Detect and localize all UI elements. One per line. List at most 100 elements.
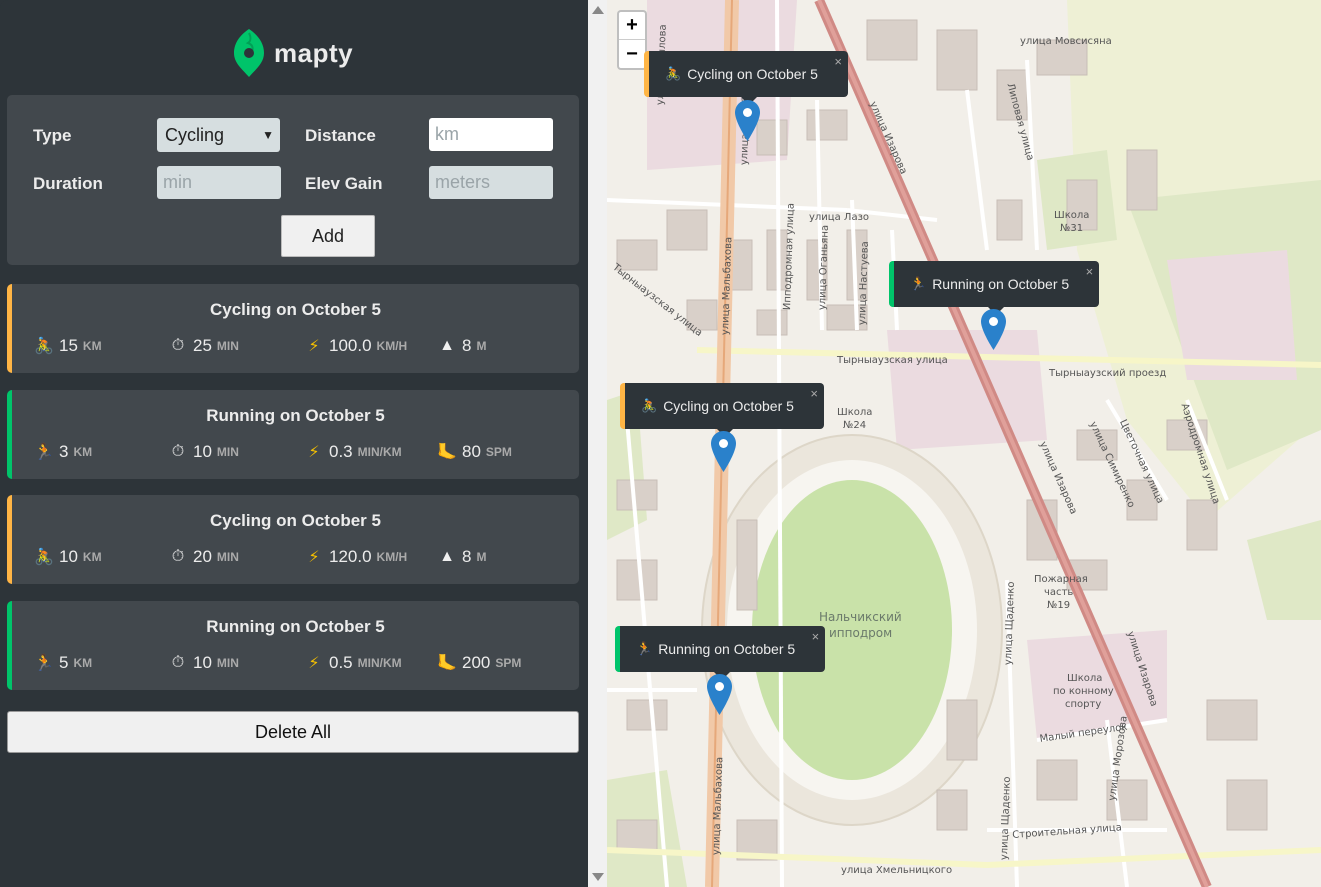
map-street-label: улица Хмельницкого — [841, 865, 953, 876]
workout-item[interactable]: Cycling on October 5 🚴 15 KM ⏱ 25 MIN ⚡ 100.0… — [7, 284, 579, 373]
popup-text: Cycling on October 5 — [663, 398, 794, 414]
elevation-unit: M — [476, 339, 487, 353]
elev-gain-input[interactable] — [429, 166, 553, 199]
speed-value: 120.0 — [329, 547, 372, 566]
bicycle-icon: 🚴 — [34, 338, 54, 355]
app-name: mapty — [274, 37, 354, 68]
close-icon[interactable]: × — [812, 629, 820, 644]
scrollbar[interactable] — [588, 0, 607, 887]
workout-pace: ⚡ 0.5 MIN/KM — [304, 653, 401, 673]
map-street-label: улица Лазо — [809, 212, 870, 223]
bicycle-icon: 🚴 — [665, 66, 682, 81]
distance-unit: KM — [82, 339, 102, 353]
map-school-label: Школа — [1054, 210, 1090, 221]
duration-input[interactable] — [157, 166, 281, 199]
mountain-icon: ▲ — [439, 337, 455, 354]
map-street-label: Тырныаузская улица — [837, 355, 948, 366]
close-icon[interactable]: × — [1086, 264, 1094, 279]
workout-popup[interactable]: 🚴 Cycling on October 5 × — [644, 51, 848, 105]
bicycle-icon: 🚴 — [641, 398, 658, 413]
workout-speed: ⚡ 120.0 KM/H — [304, 547, 407, 567]
duration-value: 10 — [193, 442, 212, 461]
elevation-value: 8 — [462, 336, 472, 355]
map-school-label: №31 — [1060, 223, 1084, 234]
map-street-label: Тырныаузский проезд — [1049, 368, 1167, 379]
map-school-label: №24 — [843, 420, 867, 431]
scroll-up-arrow-icon[interactable] — [592, 6, 604, 14]
workout-item[interactable]: Cycling on October 5 🚴 10 KM ⏱ 20 MIN ⚡ 120.0… — [7, 495, 579, 584]
popup-text: Running on October 5 — [932, 276, 1070, 292]
delete-all-button[interactable]: Delete All — [7, 711, 579, 753]
map-marker-icon[interactable] — [711, 431, 736, 472]
zoom-control: + − — [617, 10, 647, 70]
workout-distance: 🏃 3 KM — [34, 442, 92, 462]
workout-item[interactable]: Running on October 5 🏃 3 KM ⏱ 10 MIN ⚡ 0.3 MIN… — [7, 390, 579, 479]
mountain-icon: ▲ — [439, 548, 455, 565]
workout-duration: ⏱ 10 MIN — [168, 442, 239, 462]
workout-title: Cycling on October 5 — [210, 511, 381, 530]
workout-distance: 🚴 15 KM — [34, 336, 102, 356]
workout-popup[interactable]: 🏃 Running on October 5 × — [615, 626, 826, 680]
workout-distance: 🚴 10 KM — [34, 547, 102, 567]
map-marker-icon[interactable] — [707, 674, 732, 715]
map-street-label: улица Мовсисяна — [1020, 36, 1112, 47]
distance-unit: KM — [73, 656, 93, 670]
duration-label: Duration — [33, 174, 103, 193]
duration-unit: MIN — [216, 445, 239, 459]
runner-icon: 🏃 — [636, 641, 653, 656]
workout-title: Cycling on October 5 — [210, 300, 381, 319]
add-button[interactable]: Add — [281, 215, 375, 257]
popup-text: Running on October 5 — [658, 641, 796, 657]
sidebar: mapty Type Cycling ▼ Distance Duration E… — [0, 0, 588, 887]
chevron-down-icon: ▼ — [262, 128, 274, 142]
speed-unit: KM/H — [376, 550, 408, 564]
lightning-icon: ⚡ — [308, 338, 320, 355]
close-icon[interactable]: × — [834, 54, 842, 69]
map-school-label: Школа — [837, 407, 873, 418]
map-marker-icon[interactable] — [981, 309, 1006, 350]
scroll-down-arrow-icon[interactable] — [592, 873, 604, 881]
distance-value: 10 — [59, 547, 78, 566]
pace-value: 0.3 — [329, 442, 353, 461]
foot-icon: 🦶 — [437, 444, 457, 461]
map[interactable]: улица Мовсисяна Липовая улица улица Крыл… — [607, 0, 1321, 887]
workout-pace: ⚡ 0.3 MIN/KM — [304, 442, 401, 462]
type-select[interactable]: Cycling ▼ — [157, 118, 280, 152]
workout-distance: 🏃 5 KM — [34, 653, 92, 673]
cadence-value: 80 — [462, 442, 481, 461]
zoom-out-button[interactable]: − — [619, 40, 645, 68]
distance-input[interactable] — [429, 118, 553, 151]
workout-duration: ⏱ 25 MIN — [168, 336, 239, 356]
distance-label: Distance — [305, 126, 376, 145]
stopwatch-icon: ⏱ — [171, 337, 185, 354]
duration-unit: MIN — [216, 656, 239, 670]
map-place-label: спорту — [1065, 699, 1102, 710]
workout-title: Running on October 5 — [206, 406, 385, 425]
logo: mapty — [234, 28, 353, 78]
distance-value: 15 — [59, 336, 78, 355]
map-marker-icon[interactable] — [735, 100, 760, 141]
map-pin-logo-icon — [234, 29, 264, 77]
lightning-icon: ⚡ — [308, 444, 320, 461]
map-place-label: Школа — [1067, 673, 1103, 684]
distance-unit: KM — [82, 550, 102, 564]
workout-popup[interactable]: 🏃 Running on October 5 × — [889, 261, 1100, 315]
map-place-label: Нальчикский — [819, 610, 902, 624]
elevation-value: 8 — [462, 547, 472, 566]
close-icon[interactable]: × — [810, 386, 818, 401]
stopwatch-icon: ⏱ — [171, 443, 185, 460]
zoom-in-button[interactable]: + — [619, 12, 645, 40]
lightning-icon: ⚡ — [308, 549, 320, 566]
workout-title: Running on October 5 — [206, 617, 385, 636]
workout-elevation: ▲ 8 M — [437, 336, 486, 356]
workout-cadence: 🦶 80 SPM — [437, 442, 512, 462]
workout-duration: ⏱ 10 MIN — [168, 653, 239, 673]
workout-item[interactable]: Running on October 5 🏃 5 KM ⏱ 10 MIN ⚡ 0.5 MIN… — [7, 601, 579, 690]
duration-unit: MIN — [216, 550, 239, 564]
distance-value: 3 — [59, 442, 69, 461]
map-place-label: №19 — [1047, 600, 1071, 611]
duration-value: 25 — [193, 336, 212, 355]
cadence-value: 200 — [462, 653, 491, 672]
workout-popup[interactable]: 🚴 Cycling on October 5 × — [620, 383, 824, 437]
elev-gain-label: Elev Gain — [305, 174, 383, 193]
